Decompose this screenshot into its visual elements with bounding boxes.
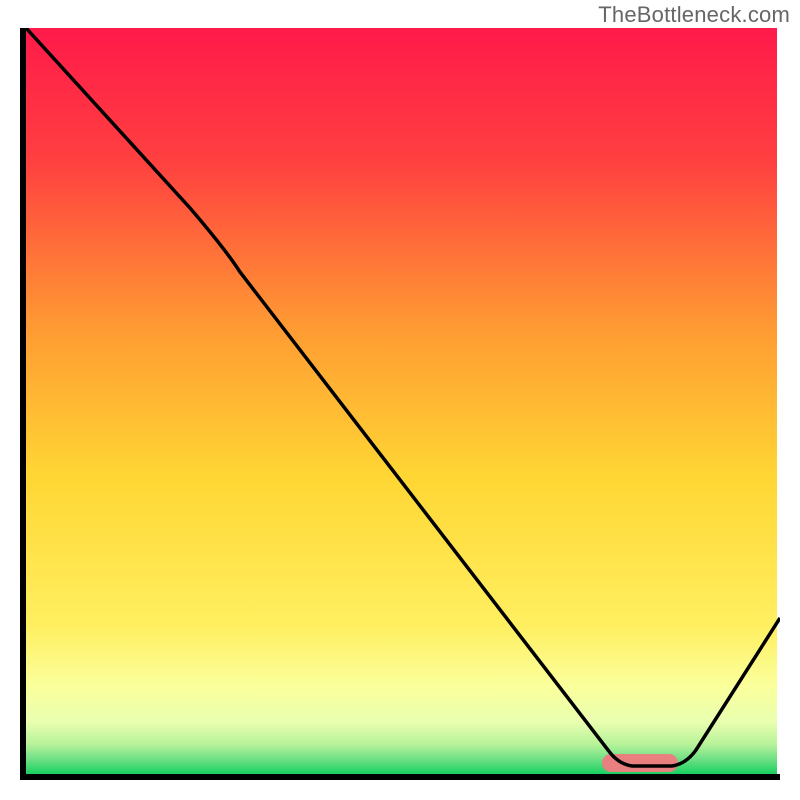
plot-area <box>20 28 780 780</box>
chart-svg <box>20 28 780 780</box>
chart-container: TheBottleneck.com <box>0 0 800 800</box>
gradient-background <box>23 28 777 774</box>
watermark-text: TheBottleneck.com <box>598 2 790 28</box>
